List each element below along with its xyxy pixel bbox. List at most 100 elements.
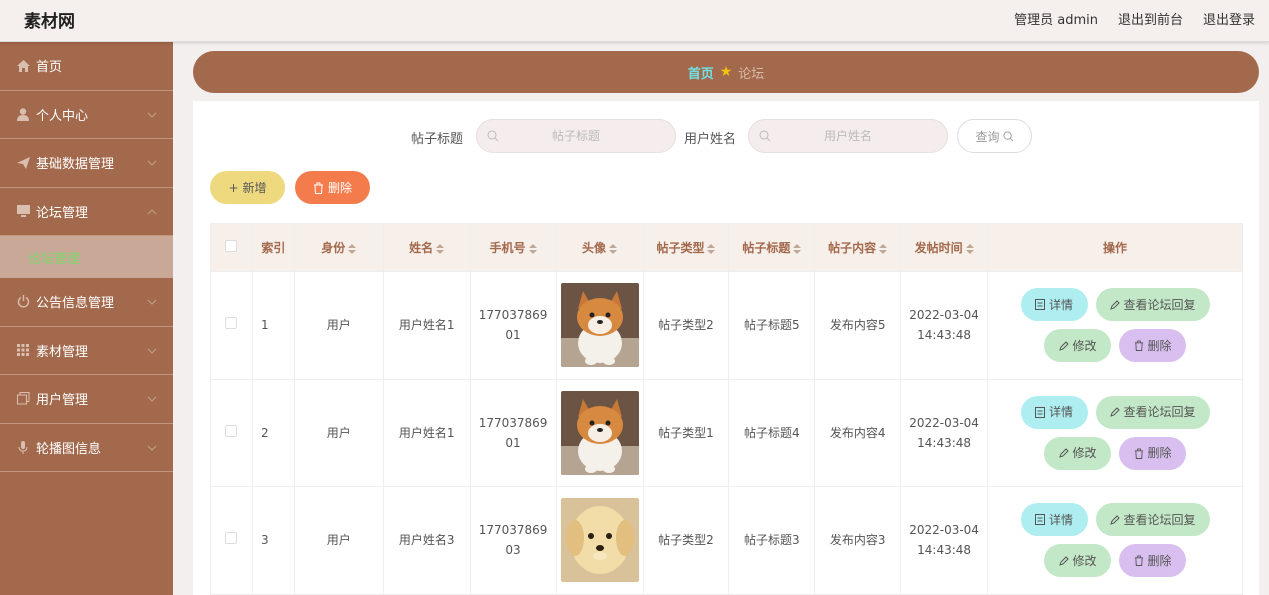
column-header[interactable]: 头像 xyxy=(555,223,644,272)
row-type: 帖子类型2 xyxy=(642,271,730,380)
sidebar-item-label: 用户管理 xyxy=(36,393,89,409)
row-avatar xyxy=(555,271,644,380)
puppy-avatar-image[interactable] xyxy=(560,498,639,583)
sort-icon xyxy=(965,243,974,254)
column-header[interactable]: 手机号 xyxy=(469,223,557,272)
edit-icon xyxy=(1109,407,1120,418)
column-header[interactable]: 姓名 xyxy=(382,223,471,272)
edit-button[interactable]: 修改 xyxy=(1044,544,1112,578)
user-search-input[interactable] xyxy=(749,120,947,152)
forum-table: 索引 身份 姓名 手机号 头像 帖子类型 帖子标题 帖子内容 发帖时间 操作 1… xyxy=(210,223,1243,595)
document-icon xyxy=(1035,406,1045,418)
sort-icon xyxy=(793,243,802,254)
detail-button[interactable]: 详情 xyxy=(1020,288,1088,322)
row-checkbox[interactable] xyxy=(210,486,253,595)
sidebar-item-label: 公告信息管理 xyxy=(36,296,115,312)
delete-button[interactable]: 删除 xyxy=(1119,436,1187,470)
column-header[interactable]: 帖子标题 xyxy=(728,223,816,272)
trash-icon xyxy=(1134,340,1143,352)
sort-icon xyxy=(609,243,618,254)
view-replies-button[interactable]: 查看论坛回复 xyxy=(1095,288,1210,322)
table-row: 1 用户 用户姓名1 177037869 01 帖子类型2 帖子标题5 发布内容… xyxy=(210,271,1243,380)
front-link[interactable]: 退出到前台 xyxy=(1118,9,1183,28)
detail-button[interactable]: 详情 xyxy=(1020,503,1088,537)
view-replies-button[interactable]: 查看论坛回复 xyxy=(1095,503,1210,537)
sidebar-subitem-forum[interactable]: 论坛管理 xyxy=(0,236,173,278)
edit-icon xyxy=(1058,448,1069,459)
row-type: 帖子类型2 xyxy=(642,486,730,595)
top-bar: 素材网 管理员 admin 退出到前台 退出登录 xyxy=(0,0,1269,42)
sidebar-item-profile[interactable]: 个人中心 xyxy=(0,91,173,139)
edit-button[interactable]: 修改 xyxy=(1044,329,1112,363)
copy-icon xyxy=(16,392,30,406)
view-replies-button[interactable]: 查看论坛回复 xyxy=(1095,395,1210,429)
detail-button[interactable]: 详情 xyxy=(1020,395,1088,429)
sidebar-item-home[interactable]: 首页 xyxy=(0,42,173,91)
add-button[interactable]: + 新增 xyxy=(210,171,285,204)
breadcrumb-home[interactable]: 首页 xyxy=(688,63,714,82)
column-header: 操作 xyxy=(987,223,1243,272)
sidebar-item-forum[interactable]: 论坛管理 xyxy=(0,188,173,236)
star-icon: ★ xyxy=(719,64,733,80)
table-row: 2 用户 用户姓名1 177037869 01 帖子类型1 帖子标题4 发布内容… xyxy=(210,378,1243,487)
row-content: 发布内容4 xyxy=(814,378,902,487)
column-header[interactable]: 身份 xyxy=(293,223,384,272)
search-bar: 帖子标题 用户姓名 查询 xyxy=(193,119,1259,153)
plus-icon: + xyxy=(228,180,239,195)
sidebar-item-carousel[interactable]: 轮播图信息 xyxy=(0,424,173,472)
chevron-down-icon xyxy=(147,445,157,451)
user-icon xyxy=(16,107,30,121)
row-avatar xyxy=(555,378,644,487)
select-all-checkbox[interactable] xyxy=(210,223,253,272)
trash-icon xyxy=(1134,448,1143,459)
monitor-icon xyxy=(16,204,30,218)
query-button[interactable]: 查询 xyxy=(957,119,1032,153)
edit-button[interactable]: 修改 xyxy=(1044,436,1112,470)
breadcrumb-current: 论坛 xyxy=(738,66,765,82)
power-icon xyxy=(16,295,30,309)
row-checkbox[interactable] xyxy=(210,378,253,487)
row-index: 3 xyxy=(251,486,295,595)
user-search-label: 用户姓名 xyxy=(684,132,737,147)
edit-icon xyxy=(1058,341,1069,351)
search-icon xyxy=(1002,130,1013,141)
row-content: 发布内容5 xyxy=(814,271,902,380)
row-actions: 详情 查看论坛回复 修改 删除 xyxy=(987,378,1243,487)
sort-icon xyxy=(879,243,888,254)
row-index: 2 xyxy=(251,378,295,487)
bulk-delete-button[interactable]: 删除 xyxy=(295,171,370,204)
sidebar-item-users[interactable]: 用户管理 xyxy=(0,375,173,424)
delete-button[interactable]: 删除 xyxy=(1119,329,1187,363)
row-title: 帖子标题5 xyxy=(728,271,816,380)
add-label: 新增 xyxy=(242,181,267,195)
row-role: 用户 xyxy=(293,271,384,380)
sort-icon xyxy=(707,243,716,254)
edit-icon xyxy=(1109,515,1120,525)
sidebar-item-label: 轮播图信息 xyxy=(36,441,102,457)
search-icon xyxy=(759,130,771,142)
sidebar-item-notice[interactable]: 公告信息管理 xyxy=(0,278,173,327)
row-actions: 详情 查看论坛回复 修改 删除 xyxy=(987,486,1243,595)
column-header[interactable]: 发帖时间 xyxy=(900,223,989,272)
shiba-avatar-image[interactable] xyxy=(560,283,639,368)
title-search-label: 帖子标题 xyxy=(411,132,464,147)
user-search-field xyxy=(748,119,948,153)
column-header[interactable]: 帖子类型 xyxy=(642,223,730,272)
logout-link[interactable]: 退出登录 xyxy=(1203,9,1255,28)
top-nav: 管理员 admin 退出到前台 退出登录 xyxy=(1014,9,1255,28)
admin-label[interactable]: 管理员 admin xyxy=(1014,9,1098,28)
row-phone: 177037869 01 xyxy=(469,378,557,487)
sidebar-item-material[interactable]: 素材管理 xyxy=(0,327,173,375)
row-checkbox[interactable] xyxy=(210,271,253,380)
title-search-input[interactable] xyxy=(477,120,675,152)
row-name: 用户姓名1 xyxy=(382,271,471,380)
shiba-avatar-image[interactable] xyxy=(560,390,639,475)
chevron-down-icon xyxy=(147,160,157,166)
search-icon xyxy=(487,130,499,142)
row-name: 用户姓名3 xyxy=(382,486,471,595)
column-header[interactable]: 帖子内容 xyxy=(814,223,902,272)
chevron-down-icon xyxy=(147,348,157,354)
delete-button[interactable]: 删除 xyxy=(1119,544,1187,578)
row-index: 1 xyxy=(251,271,295,380)
sidebar-item-basic-data[interactable]: 基础数据管理 xyxy=(0,139,173,188)
